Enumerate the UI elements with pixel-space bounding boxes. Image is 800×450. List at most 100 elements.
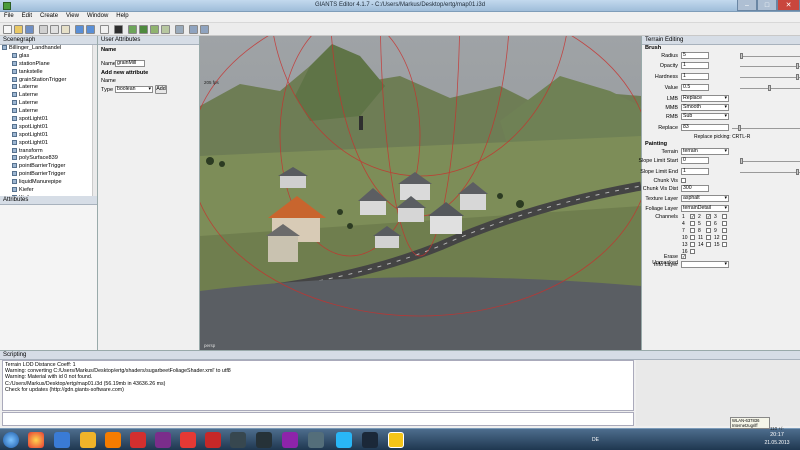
paste-icon[interactable] [61, 25, 70, 34]
slope-start-knob[interactable] [740, 158, 743, 164]
menu-create[interactable]: Create [36, 12, 62, 19]
value-slider[interactable] [740, 85, 800, 91]
scenegraph-item[interactable]: pointBarrierTrigger [0, 163, 97, 171]
explorer-icon[interactable] [80, 432, 96, 448]
opacity-slider[interactable] [740, 63, 800, 69]
scenegraph-tree[interactable]: Billinger_Landhandel glas stationPlane tank… [0, 45, 97, 203]
app-icon-dark[interactable] [256, 432, 272, 448]
channel-checkbox[interactable] [690, 249, 695, 254]
script-command-input[interactable] [2, 412, 634, 426]
antivirus-icon[interactable] [180, 432, 196, 448]
app-icon-slate[interactable] [308, 432, 324, 448]
skype-icon[interactable] [336, 432, 352, 448]
ie-icon[interactable] [54, 432, 70, 448]
slope-end-knob[interactable] [796, 169, 799, 175]
steam-icon[interactable] [362, 432, 378, 448]
channel-checkbox[interactable]: ✓ [690, 214, 695, 219]
scenegraph-item[interactable]: spotLight01 [0, 132, 97, 140]
scenegraph-scrollbar[interactable] [92, 45, 97, 196]
gamepad-icon[interactable] [230, 432, 246, 448]
scenegraph-item[interactable]: glas [0, 53, 97, 61]
giants-editor-icon[interactable] [388, 432, 404, 448]
channel-checkbox[interactable] [722, 214, 727, 219]
slope-start-field[interactable]: 0 [681, 157, 709, 164]
radius-slider[interactable] [740, 53, 800, 59]
chunk-vis-dist-field[interactable]: 300 [681, 185, 709, 192]
slope-end-slider[interactable] [740, 169, 800, 175]
channel-checkbox[interactable] [690, 221, 695, 226]
scenegraph-item[interactable]: stationPlane [0, 61, 97, 69]
channel-checkbox[interactable] [690, 242, 695, 247]
language-indicator[interactable]: DE [592, 437, 599, 443]
rmb-select[interactable]: Sub [681, 113, 729, 120]
channel-checkbox[interactable] [690, 235, 695, 240]
channel-checkbox[interactable] [722, 235, 727, 240]
undo-icon[interactable] [75, 25, 84, 34]
value-field[interactable]: 0.5 [681, 84, 709, 91]
scenegraph-item[interactable]: pointBarrierTrigger [0, 171, 97, 179]
scenegraph-item[interactable]: spotLight01 [0, 124, 97, 132]
camera-icon[interactable] [175, 25, 184, 34]
scenegraph-item[interactable]: Billinger_Landhandel [0, 45, 97, 53]
lmb-select[interactable]: Replace [681, 95, 729, 102]
terrain-tool-icon[interactable] [128, 25, 137, 34]
menu-window[interactable]: Window [83, 12, 112, 19]
3d-viewport[interactable]: 205 fps persp [200, 36, 641, 350]
hardness-slider[interactable] [740, 74, 800, 80]
texture-layer-select[interactable]: asphalt [681, 195, 729, 202]
open-folder-icon[interactable] [14, 25, 23, 34]
add-attribute-button[interactable]: Add [155, 85, 167, 94]
grid-icon[interactable] [189, 25, 198, 34]
scenegraph-item[interactable]: spotLight01 [0, 116, 97, 124]
menu-help[interactable]: Help [112, 12, 132, 19]
snap-icon[interactable] [200, 25, 209, 34]
scenegraph-item[interactable]: liquidManurepipe [0, 179, 97, 187]
channel-checkbox[interactable] [706, 235, 711, 240]
hardness-field[interactable]: 1 [681, 73, 709, 80]
scenegraph-item[interactable]: tankstelle [0, 69, 97, 77]
scenegraph-item[interactable]: transform [0, 148, 97, 156]
start-orb-icon[interactable] [3, 432, 19, 448]
scenegraph-item[interactable]: polySurface839 [0, 155, 97, 163]
channel-checkbox[interactable] [722, 242, 727, 247]
close-button[interactable]: ✕ [777, 0, 800, 11]
node-name-field[interactable]: grainMill [115, 60, 145, 67]
vlc-icon[interactable] [105, 432, 121, 448]
opacity-field[interactable]: 1 [681, 62, 709, 69]
cut-icon[interactable] [39, 25, 48, 34]
scenegraph-item[interactable]: Laterne [0, 84, 97, 92]
radius-slider-knob[interactable] [740, 53, 743, 59]
clock-date[interactable]: 21.05.2013 [762, 440, 792, 446]
channel-checkbox[interactable] [690, 228, 695, 233]
channel-checkbox[interactable] [722, 221, 727, 226]
scenegraph-item[interactable]: Laterne [0, 92, 97, 100]
channel-checkbox[interactable] [722, 228, 727, 233]
scenegraph-item[interactable]: Kiefer [0, 187, 97, 195]
channel-checkbox[interactable] [706, 221, 711, 226]
replace-field[interactable]: 83 [681, 124, 729, 131]
app-icon-purple[interactable] [155, 432, 171, 448]
media-player-icon[interactable] [130, 432, 146, 448]
chrome-icon[interactable] [28, 432, 44, 448]
type-select[interactable]: boolean [115, 86, 153, 93]
play-icon[interactable] [114, 25, 123, 34]
mmb-select[interactable]: Smooth [681, 104, 729, 111]
scenegraph-item[interactable]: spotLight01 [0, 140, 97, 148]
scenegraph-item[interactable]: Laterne [0, 108, 97, 116]
save-icon[interactable] [25, 25, 34, 34]
menu-view[interactable]: View [62, 12, 83, 19]
channel-checkbox[interactable]: ✓ [706, 214, 711, 219]
erase-unmasked-checkbox[interactable]: ✓ [681, 254, 686, 259]
paint-tool-icon[interactable] [139, 25, 148, 34]
replace-slider-knob[interactable] [738, 125, 741, 131]
menu-edit[interactable]: Edit [18, 12, 36, 19]
sculpt-tool-icon[interactable] [161, 25, 170, 34]
terrain-select[interactable]: terrain [681, 148, 729, 155]
value-slider-knob[interactable] [768, 85, 771, 91]
replace-slider[interactable] [732, 125, 800, 131]
slope-end-field[interactable]: 1 [681, 168, 709, 175]
channel-checkbox[interactable] [706, 242, 711, 247]
scenegraph-item[interactable]: Laterne [0, 100, 97, 108]
channel-checkbox[interactable] [706, 228, 711, 233]
opacity-slider-knob[interactable] [796, 63, 799, 69]
